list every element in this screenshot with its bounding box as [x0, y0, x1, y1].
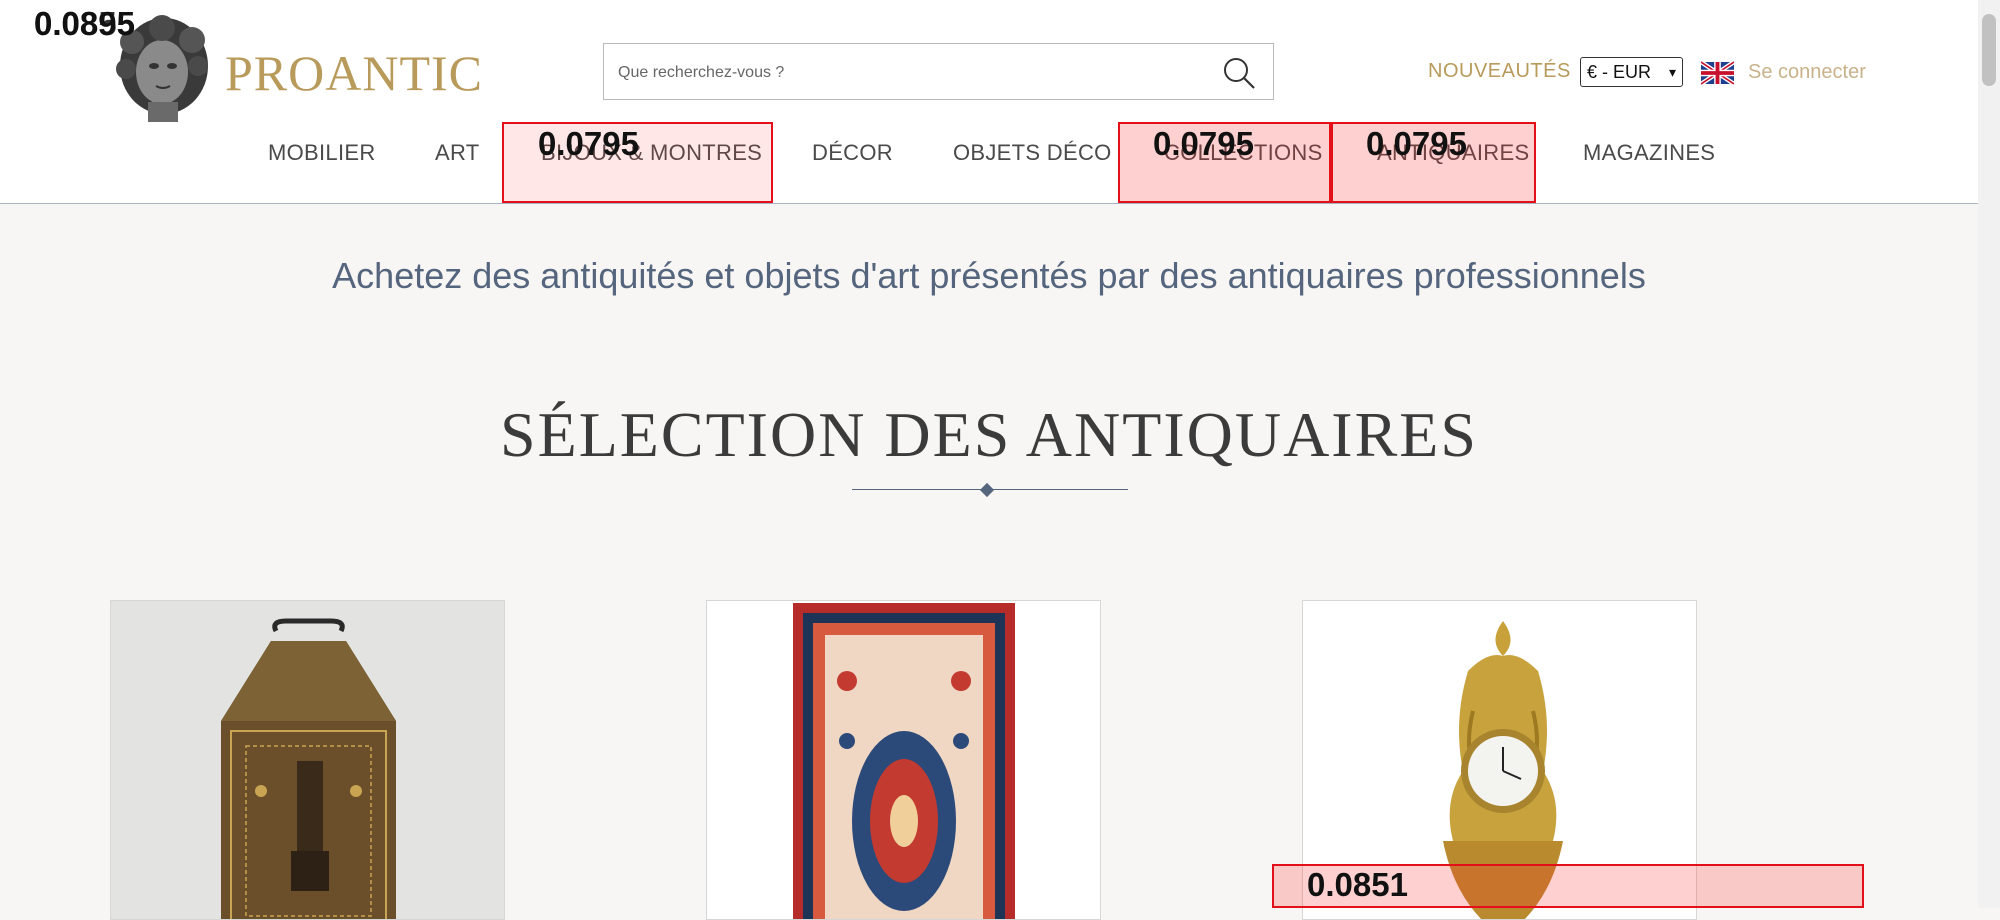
- currency-select[interactable]: € - EUR ▾: [1580, 57, 1683, 87]
- tagline: Achetez des antiquités et objets d'art p…: [332, 255, 1646, 296]
- nav-item-art[interactable]: ART: [435, 140, 480, 166]
- scrollbar-thumb[interactable]: [1982, 14, 1996, 86]
- overlay-score-collections: 0.0795: [1153, 125, 1254, 162]
- nav-item-decor[interactable]: DÉCOR: [812, 140, 893, 166]
- nouveautes-link[interactable]: NOUVEAUTÉS: [1428, 60, 1571, 83]
- search-icon[interactable]: [1221, 55, 1257, 91]
- overlay-score-antiquaires: 0.0795: [1366, 125, 1467, 162]
- login-link[interactable]: Se connecter: [1748, 61, 1866, 84]
- overlay-score-logo-b: 0.0855: [34, 5, 135, 42]
- nav-item-mobilier[interactable]: MOBILIER: [268, 140, 376, 166]
- product-card-box[interactable]: [110, 600, 505, 920]
- currency-value: € - EUR: [1587, 62, 1652, 82]
- overlay-score-bijoux: 0.0795: [538, 125, 639, 162]
- search-input[interactable]: [616, 44, 1180, 101]
- divider-diamond-icon: [979, 482, 995, 498]
- section-title: SÉLECTION DES ANTIQUAIRES: [500, 399, 1478, 470]
- site-header: PROANTIC NOUVEAUTÉS € - EUR ▾ Se connect…: [0, 0, 1978, 204]
- product-card-rug[interactable]: [706, 600, 1101, 920]
- uk-flag-icon[interactable]: [1701, 61, 1734, 85]
- overlay-score-card3: 0.0851: [1307, 866, 1408, 903]
- chevron-down-icon: ▾: [1668, 64, 1676, 80]
- scrollbar[interactable]: [1978, 0, 2000, 908]
- search-box[interactable]: [603, 43, 1274, 101]
- persian-rug-image: [707, 601, 1100, 919]
- leather-box-image: [111, 601, 504, 919]
- nav-item-magazines[interactable]: MAGAZINES: [1583, 140, 1715, 166]
- logo-text[interactable]: PROANTIC: [225, 44, 483, 102]
- main-nav: MOBILIER ART BIJOUX & MONTRES DÉCOR OBJE…: [0, 140, 1978, 180]
- nav-item-objets-deco[interactable]: OBJETS DÉCO: [953, 140, 1112, 166]
